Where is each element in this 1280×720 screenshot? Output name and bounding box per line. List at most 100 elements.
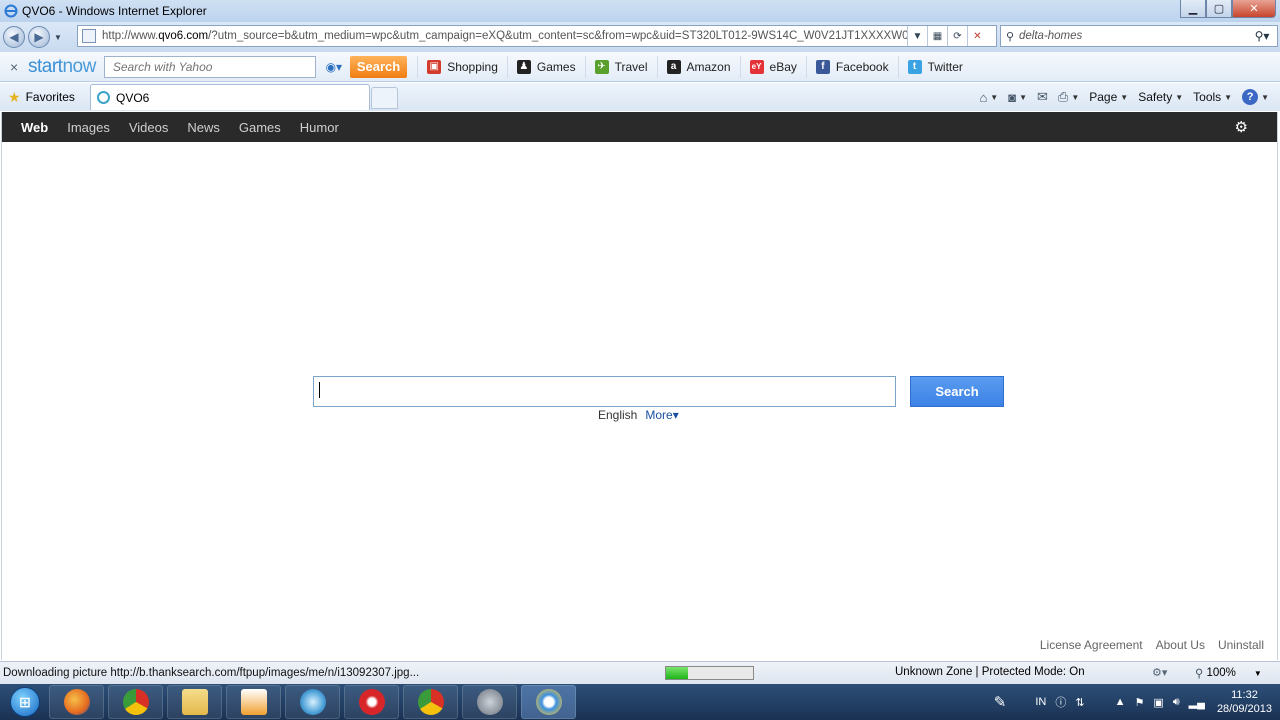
twitter-icon: t bbox=[907, 59, 922, 74]
facebook-icon: f bbox=[815, 59, 830, 74]
toolbar-link-ebay[interactable]: eY eBay bbox=[739, 55, 806, 78]
taskbar-app-firefox[interactable] bbox=[49, 685, 104, 719]
network-icon[interactable]: ▣ bbox=[1153, 696, 1163, 709]
tab-qvo6[interactable]: QVO6 bbox=[90, 84, 370, 110]
main-search-input[interactable] bbox=[313, 376, 896, 407]
internet-explorer-icon bbox=[4, 4, 18, 18]
maximize-button[interactable]: ▢ bbox=[1206, 0, 1232, 18]
zoom-control[interactable]: ⚲ 100% ▼ bbox=[1195, 666, 1262, 680]
add-ons-icon[interactable]: ⚙▾ bbox=[1152, 666, 1167, 679]
more-languages-link[interactable]: More▾ bbox=[645, 408, 678, 422]
toolbar-search-button[interactable]: Search bbox=[349, 55, 408, 78]
pen-input-icon[interactable]: ✎ bbox=[994, 693, 1007, 711]
search-engine-selector-icon[interactable]: ◉▾ bbox=[318, 56, 350, 78]
tools-menu[interactable]: Tools ▼ bbox=[1188, 90, 1237, 104]
close-window-button[interactable]: ✕ bbox=[1232, 0, 1276, 18]
clock-date: 28/09/2013 bbox=[1216, 703, 1272, 715]
pin-icon[interactable]: ⇅ bbox=[1075, 696, 1084, 709]
start-button[interactable]: ⊞ bbox=[5, 685, 45, 719]
action-center-flag-icon[interactable]: ⚑ bbox=[1134, 696, 1144, 709]
star-icon: ★ bbox=[8, 88, 21, 105]
refresh-icon[interactable]: ⟳ bbox=[947, 26, 967, 46]
about-us-link[interactable]: About Us bbox=[1156, 638, 1205, 652]
window-title-bar: QVO6 - Windows Internet Explorer ▁ ▢ ✕ bbox=[0, 0, 1280, 22]
taskbar-app-gray[interactable] bbox=[462, 685, 517, 719]
ie-search-box[interactable]: ⚲ delta-homes ⚲▾ bbox=[1000, 25, 1278, 47]
toolbar-link-facebook[interactable]: f Facebook bbox=[805, 55, 898, 78]
home-button[interactable]: ⌂ ▼ bbox=[974, 90, 1003, 105]
compatibility-view-icon[interactable]: ▦ bbox=[927, 26, 947, 46]
internet-explorer-icon bbox=[535, 689, 562, 715]
signal-icon[interactable]: ▂▄ bbox=[1189, 696, 1205, 709]
clock-time: 11:32 bbox=[1231, 689, 1258, 701]
printer-icon: ⎙ bbox=[1057, 89, 1069, 104]
app-gray-icon bbox=[476, 689, 503, 715]
toolbar-link-travel[interactable]: ✈ Travel bbox=[584, 55, 657, 78]
print-button[interactable]: ⎙ ▼ bbox=[1053, 89, 1084, 105]
taskbar-app-circle[interactable] bbox=[285, 685, 340, 719]
search-icon[interactable]: ⚲▾ bbox=[1247, 29, 1277, 43]
app-red-icon bbox=[358, 689, 385, 715]
chrome-icon bbox=[417, 689, 444, 715]
amazon-icon: a bbox=[666, 59, 681, 74]
gear-icon[interactable]: ⚙ bbox=[1235, 118, 1248, 136]
toolbar-link-twitter[interactable]: t Twitter bbox=[897, 55, 972, 78]
license-agreement-link[interactable]: License Agreement bbox=[1040, 638, 1143, 652]
help-icon: ? bbox=[1242, 89, 1259, 105]
nav-news[interactable]: News bbox=[187, 120, 220, 135]
address-url[interactable]: http://www.qvo6.com/?utm_source=b&utm_me… bbox=[102, 30, 907, 42]
nav-videos[interactable]: Videos bbox=[129, 120, 169, 135]
volume-icon[interactable]: 🔊︎ bbox=[1173, 696, 1180, 709]
toolbar-link-shopping[interactable]: ▣ Shopping bbox=[417, 55, 507, 78]
taskbar-app-chrome-2[interactable] bbox=[403, 685, 458, 719]
show-hidden-icons-icon[interactable]: ▲ bbox=[1115, 696, 1126, 708]
minimize-button[interactable]: ▁ bbox=[1180, 0, 1206, 18]
ebay-icon: eY bbox=[749, 59, 764, 74]
startnow-logo[interactable]: startnow bbox=[28, 56, 96, 78]
taskbar-app-red[interactable] bbox=[344, 685, 399, 719]
toolbar-link-label: Facebook bbox=[835, 59, 889, 74]
toolbar-link-amazon[interactable]: a Amazon bbox=[656, 55, 740, 78]
help-menu[interactable]: ? ▼ bbox=[1237, 89, 1274, 105]
nav-games[interactable]: Games bbox=[239, 120, 281, 135]
qvo6-tab-icon bbox=[97, 91, 110, 104]
status-bar: Downloading picture http://b.thanksearch… bbox=[0, 661, 1280, 684]
favorites-button[interactable]: ★ Favorites bbox=[0, 89, 83, 106]
taskbar-app-chrome[interactable] bbox=[108, 685, 163, 719]
taskbar-app-file-explorer[interactable] bbox=[167, 685, 222, 719]
address-dropdown-icon[interactable]: ▼ bbox=[907, 26, 927, 46]
taskbar-app-media-player[interactable] bbox=[226, 685, 281, 719]
toolbar-link-games[interactable]: ♟ Games bbox=[506, 55, 585, 78]
main-search-button[interactable]: Search bbox=[910, 376, 1004, 407]
window-controls: ▁ ▢ ✕ bbox=[1180, 0, 1276, 18]
nav-humor[interactable]: Humor bbox=[300, 120, 339, 135]
mail-button[interactable]: ✉ bbox=[1032, 89, 1053, 105]
language-indicator[interactable]: IN bbox=[1035, 696, 1046, 708]
close-toolbar-icon[interactable]: × bbox=[10, 59, 28, 75]
stop-icon[interactable]: ✕ bbox=[967, 26, 987, 46]
forward-button[interactable]: ▶ bbox=[28, 26, 50, 48]
page-menu[interactable]: Page ▼ bbox=[1084, 90, 1133, 104]
address-bar[interactable]: http://www.qvo6.com/?utm_source=b&utm_me… bbox=[77, 25, 997, 47]
new-tab-button[interactable] bbox=[371, 87, 398, 109]
security-zone[interactable]: Unknown Zone | Protected Mode: On bbox=[895, 666, 1085, 678]
zoom-dropdown-icon[interactable]: ▼ bbox=[1254, 669, 1262, 678]
safety-menu[interactable]: Safety ▼ bbox=[1133, 90, 1188, 104]
nav-web[interactable]: Web bbox=[21, 120, 48, 135]
toolbar-link-label: Games bbox=[536, 59, 576, 74]
help-icon[interactable]: ⓘ bbox=[1055, 694, 1066, 710]
nav-images[interactable]: Images bbox=[67, 120, 110, 135]
back-button[interactable]: ◀ bbox=[3, 26, 25, 48]
search-provider-icon[interactable]: ⚲ bbox=[1001, 30, 1019, 43]
chrome-icon bbox=[122, 689, 149, 715]
startnow-toolbar: × startnow ◉▾ Search ▣ Shopping ♟ Games … bbox=[0, 52, 1280, 82]
ie-search-input[interactable]: delta-homes bbox=[1019, 30, 1247, 42]
history-dropdown-icon[interactable]: ▼ bbox=[54, 33, 62, 42]
taskbar-app-internet-explorer[interactable] bbox=[521, 685, 576, 719]
favorites-bar: ★ Favorites QVO6 ⌂ ▼ ◙ ▼ ✉ ⎙ ▼ Page ▼ Safety… bbox=[0, 83, 1280, 111]
uninstall-link[interactable]: Uninstall bbox=[1218, 638, 1264, 652]
yahoo-search-input[interactable] bbox=[103, 55, 316, 78]
shopping-bag-icon: ▣ bbox=[427, 59, 442, 74]
clock[interactable]: 11:32 28/09/2013 bbox=[1217, 688, 1272, 716]
feeds-button[interactable]: ◙ ▼ bbox=[1003, 90, 1032, 105]
